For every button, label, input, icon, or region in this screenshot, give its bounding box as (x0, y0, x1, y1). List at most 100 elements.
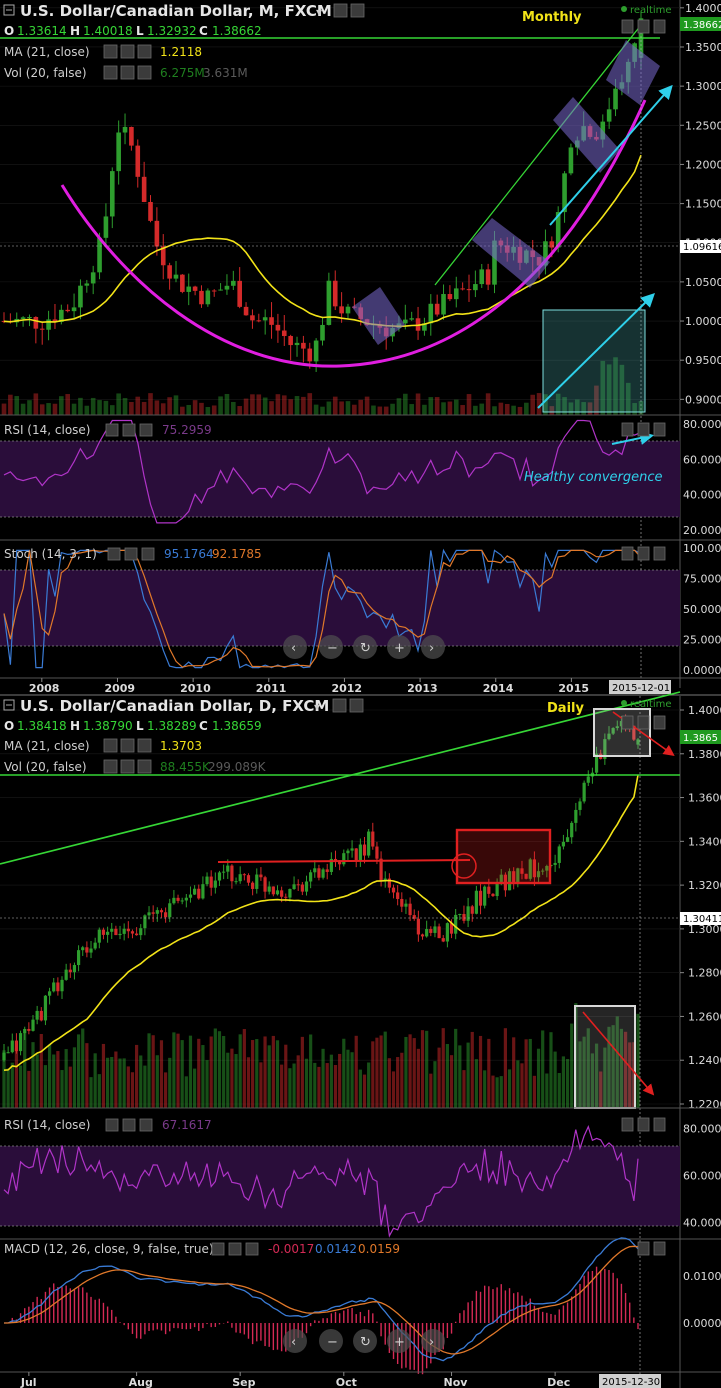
monthly-candle (33, 316, 39, 329)
daily-volume-bar (105, 1057, 110, 1108)
daily-last-price-label: 1.3865 (683, 733, 718, 744)
svg-text:‹: ‹ (291, 641, 296, 656)
monthly-volume-bar (511, 405, 516, 415)
daily-volume-bar (462, 1070, 466, 1108)
realtime-dot-icon (621, 700, 627, 706)
monthly-candle (326, 280, 332, 325)
daily-candle (304, 881, 309, 892)
monthly-volume-bar (141, 401, 147, 415)
monthly-candle (434, 303, 440, 315)
daily-candle (416, 918, 420, 935)
daily-volume-bar (288, 1068, 292, 1108)
daily-volume-bar (474, 1059, 478, 1108)
monthly-candle (403, 319, 408, 324)
daily-volume-bar (396, 1057, 400, 1108)
daily-volume-bar (39, 1034, 43, 1108)
monthly-settings-icon[interactable] (333, 3, 348, 18)
daily-macd-histogram (7, 1266, 639, 1375)
daily-candle (242, 874, 246, 876)
daily-volume-bar (375, 1037, 379, 1108)
monthly-volume-bar (332, 396, 338, 415)
monthly-volume-bar (173, 395, 179, 415)
daily-candle (292, 884, 296, 890)
svg-text:↻: ↻ (360, 641, 371, 656)
daily-volume-bar (532, 1075, 537, 1108)
daily-volume-bar (89, 1077, 93, 1108)
monthly-current-date: 2015-12-01 (612, 683, 670, 694)
daily-candle (321, 869, 325, 878)
monthly-price-tick: 0.90000 (685, 393, 721, 406)
daily-volume-bar (454, 1028, 458, 1108)
monthly-volume-bar (447, 401, 453, 415)
monthly-title-dropdown-icon: ▾ (316, 5, 322, 19)
monthly-volume-bar (122, 398, 128, 415)
monthly-volume-bar (434, 397, 440, 415)
monthly-volume-bar (281, 395, 287, 415)
svg-text:−: − (327, 1335, 338, 1350)
monthly-volume-bar (14, 396, 20, 415)
daily-candle (474, 890, 478, 914)
daily-volume-bar (329, 1054, 333, 1108)
daily-volume-bar (296, 1055, 300, 1108)
daily-volume-bar (172, 1032, 176, 1108)
daily-volume-bar (180, 1040, 184, 1108)
monthly-ohlc-h: 1.40018 (83, 24, 133, 38)
daily-nav-controls[interactable]: ‹ − ↻ + › (283, 1329, 445, 1353)
monthly-volume-bar (231, 401, 236, 415)
daily-volume-bar (491, 1075, 495, 1108)
monthly-volume-bar (403, 393, 408, 415)
daily-volume-bar (47, 1044, 52, 1108)
monthly-price-tick: 1.25000 (685, 119, 721, 132)
daily-vol-label: Vol (20, false) (4, 760, 87, 774)
daily-candle (246, 875, 251, 883)
monthly-last-price-label: 1.38662 (683, 20, 721, 31)
monthly-ohlc-l: 1.32932 (147, 24, 197, 38)
monthly-volume-bar (180, 406, 185, 415)
daily-volume-bar (197, 1038, 201, 1108)
monthly-volume-bar (396, 398, 402, 415)
svg-text:›: › (429, 641, 434, 656)
monthly-volume-bar (422, 404, 427, 415)
svg-text:L: L (136, 24, 144, 38)
monthly-candle (301, 342, 306, 349)
daily-candle (35, 1010, 39, 1020)
monthly-candle (71, 307, 77, 312)
daily-candle (101, 929, 106, 935)
daily-candle (553, 862, 557, 865)
monthly-candle (84, 283, 90, 286)
monthly-candle (211, 290, 217, 292)
daily-macd-tick: 0.0100 (683, 1270, 721, 1283)
daily-candle (561, 841, 566, 847)
daily-volume-bar (76, 1034, 81, 1108)
monthly-candle (135, 145, 141, 177)
monthly-gear-icon[interactable] (350, 3, 365, 18)
daily-candle (193, 888, 197, 895)
monthly-volume-bar (275, 394, 281, 415)
monthly-ohlc-c: 1.38662 (212, 24, 262, 38)
daily-rsi-pane: 80.0000 60.0000 40.0000 (0, 1123, 721, 1238)
daily-candle (64, 969, 68, 980)
daily-volume-bar (561, 1056, 566, 1108)
daily-candle (354, 848, 358, 862)
daily-volume-bar (470, 1031, 474, 1108)
daily-title: U.S. Dollar/Canadian Dollar, D, FXCM (20, 697, 329, 715)
daily-volume-bar (557, 1073, 561, 1108)
monthly-candle (460, 288, 465, 290)
monthly-volume-bar (33, 393, 39, 415)
daily-x-tick: Sep (232, 1376, 255, 1388)
daily-candle (251, 882, 255, 889)
daily-volume-bar (313, 1062, 317, 1108)
daily-gear-icon[interactable] (349, 698, 364, 713)
daily-volume-bar (56, 1051, 60, 1108)
daily-macd-tick: 0.0000 (683, 1317, 721, 1330)
daily-candle (135, 933, 139, 936)
daily-price-tick: 1.4000 (688, 704, 721, 717)
monthly-x-tick: 2012 (331, 682, 362, 695)
daily-candle (205, 876, 209, 885)
monthly-volume-bar (524, 402, 529, 415)
monthly-volume-bar (90, 397, 96, 415)
daily-volume-bar (445, 1044, 449, 1108)
daily-candle (309, 872, 313, 882)
daily-volume-bar (238, 1034, 242, 1108)
daily-settings-icon[interactable] (332, 698, 347, 713)
